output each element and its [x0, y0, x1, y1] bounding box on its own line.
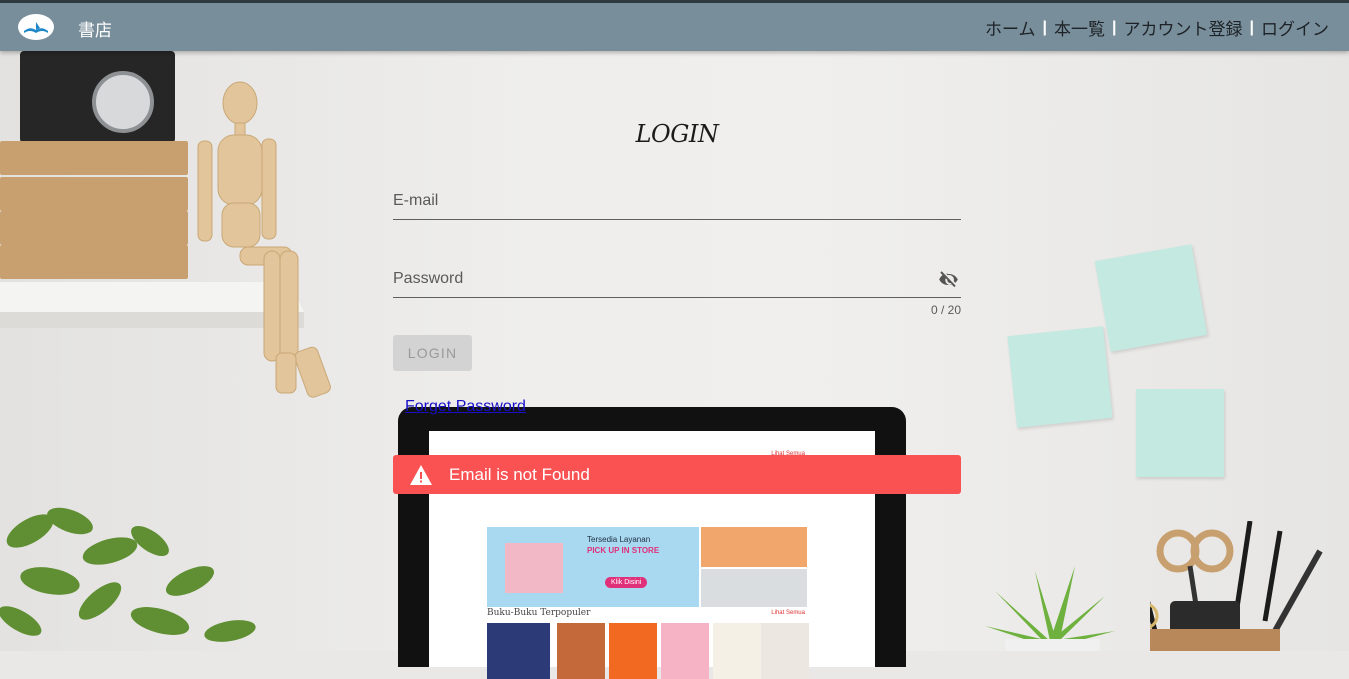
banner-line2: PICK UP IN STORE: [587, 546, 660, 555]
sticky-note-decoration: [1094, 244, 1208, 352]
forget-password-link[interactable]: Forget Password: [405, 398, 526, 416]
promo-banner-small: [701, 569, 807, 607]
login-button[interactable]: LOGIN: [393, 335, 472, 371]
email-input[interactable]: [393, 182, 961, 219]
cork-board-decoration: [0, 141, 188, 175]
book-cover: [609, 623, 657, 679]
bookstore-logo-icon[interactable]: [18, 14, 54, 40]
banner-illustration: [505, 543, 563, 593]
visibility-off-icon[interactable]: [937, 268, 961, 292]
laptop-decoration: Lihat Semua Tersedia Layanan PICK UP IN …: [398, 407, 906, 679]
cork-board-decoration: [0, 177, 188, 211]
succulent-decoration: [985, 566, 1115, 651]
cork-board-decoration: [0, 211, 188, 245]
error-alert: Email is not Found: [393, 455, 961, 494]
banner-button: Klik Disini: [605, 577, 648, 588]
book-cover: [557, 623, 605, 679]
book-section-title: Buku-Buku Terpopuler: [487, 608, 591, 618]
nav-home-link[interactable]: ホーム: [985, 15, 1036, 40]
nav-separator: |: [1042, 18, 1048, 36]
book-cover: [713, 623, 761, 679]
warning-icon: [409, 464, 433, 486]
password-input[interactable]: [393, 260, 923, 297]
desk-organizer-decoration: [1150, 521, 1323, 651]
sticky-note-decoration: [1007, 326, 1113, 428]
nav-separator: |: [1112, 18, 1117, 36]
banner-line1: Tersedia Layanan: [587, 535, 651, 544]
plant-decoration: [0, 507, 256, 642]
nav-separator: |: [1249, 18, 1254, 36]
sticky-note-decoration: [1136, 389, 1224, 477]
email-field: [393, 182, 961, 220]
login-title: LOGIN: [635, 120, 719, 148]
book-cover: [661, 623, 709, 679]
book-cover: [487, 623, 550, 679]
password-field: [393, 260, 961, 298]
nav-book-list-link[interactable]: 本一覧: [1054, 15, 1105, 40]
wooden-mannequin-decoration: [197, 81, 331, 398]
promo-banner-small: [701, 527, 807, 567]
error-alert-message: Email is not Found: [449, 464, 590, 484]
cork-board-decoration: [0, 245, 188, 279]
password-char-counter: 0 / 20: [930, 303, 961, 317]
book-cover: [761, 623, 809, 679]
brand-name[interactable]: 書店: [78, 16, 112, 41]
camera-lens: [92, 71, 154, 133]
top-navbar: 書店 ホーム | 本一覧 | アカウント登録 | ログイン: [0, 0, 1349, 51]
see-all-text: Lihat Semua: [771, 610, 805, 616]
main-nav: ホーム | 本一覧 | アカウント登録 | ログイン: [985, 15, 1329, 41]
nav-register-link[interactable]: アカウント登録: [1124, 15, 1243, 40]
camera-decoration: [20, 51, 175, 143]
nav-login-link[interactable]: ログイン: [1261, 15, 1329, 40]
promo-banner: Tersedia Layanan PICK UP IN STORE Klik D…: [487, 527, 699, 607]
